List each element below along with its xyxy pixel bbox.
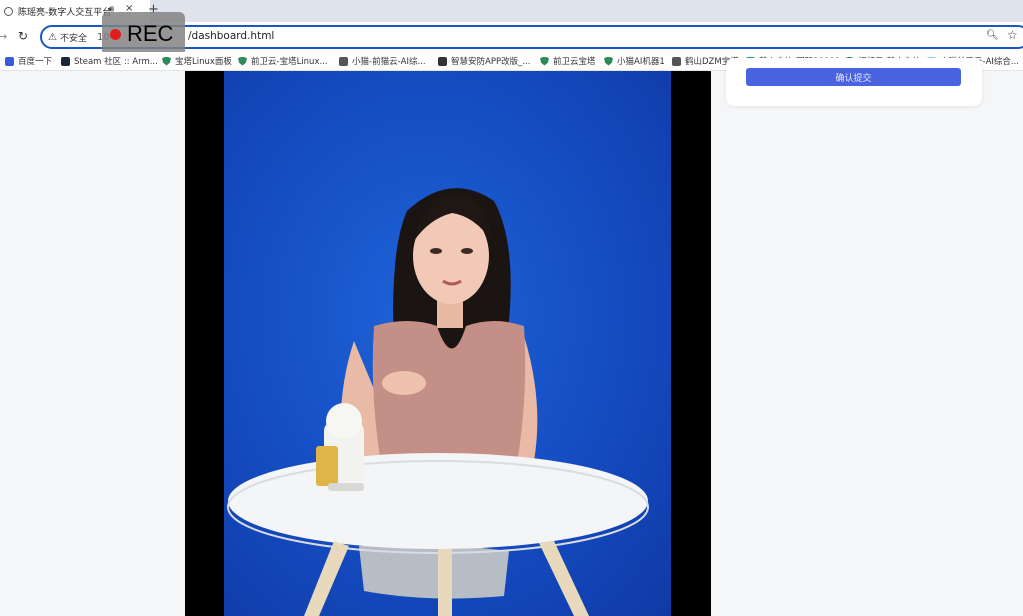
gold-plaque [316,446,338,486]
bookmark-item[interactable]: 智慧安防APP改版_... [438,55,530,67]
left-hand [382,371,426,395]
bookmark-item[interactable]: 前卫云宝塔 [540,55,596,67]
bookmark-label: 小猫-前猫云-AI综... [352,57,426,67]
bookmark-star-icon[interactable]: ☆ [1007,28,1018,42]
security-label[interactable]: 不安全 [60,31,87,44]
forward-icon[interactable]: → [0,30,7,43]
shield-icon [238,56,247,66]
recording-label: REC [127,21,174,46]
reload-icon[interactable]: ↻ [18,29,28,43]
right-eye [461,248,473,254]
figurine-base [328,483,364,491]
table-leg [539,541,589,616]
bookmark-label: Steam 社区 :: Arm... [74,57,158,67]
steam-icon [61,56,70,66]
digital-human-scene [227,188,649,616]
cat-figurine-head [326,403,362,439]
bookmark-label: 百度一下 [18,57,53,67]
bookmark-item[interactable]: 前卫云-宝塔Linux... [238,55,328,67]
table-leg [304,541,349,616]
bookmark-label: 小猫AI机器1 [617,57,665,67]
globe-icon [672,56,681,66]
left-eye [430,248,442,254]
address-path: /dashboard.html [188,30,275,42]
table-top [228,453,648,549]
table-leg [438,549,452,616]
side-panel-card: 确认提交 [726,58,982,106]
baidu-icon [5,56,14,66]
warning-icon[interactable]: ⚠ [48,32,57,43]
shield-icon [604,56,613,66]
submit-button[interactable]: 确认提交 [746,68,961,86]
globe-icon [339,56,348,66]
bookmark-item[interactable]: 宝塔Linux面板 [162,55,232,67]
bookmark-item[interactable]: Steam 社区 :: Arm... [61,55,158,67]
video-player[interactable] [185,71,711,616]
globe-icon [4,6,13,16]
bookmark-label: 前卫云-宝塔Linux... [251,57,328,67]
bookmark-item[interactable]: 小猫AI机器1 [604,55,665,67]
app-icon [438,56,447,66]
shield-icon [540,56,549,66]
tab-title: 陈瑶亮-数字人交互平台 [18,7,110,18]
bookmark-label: 前卫云宝塔 [553,57,596,67]
shield-icon [162,56,171,66]
address-bar[interactable]: ⚠ 不安全 10 /dashboard.html [40,25,1023,49]
zoom-icon[interactable]: 🔍︎ [986,30,999,41]
bookmark-label: 宝塔Linux面板 [175,57,232,67]
bookmark-label: 智慧安防APP改版_... [451,57,531,67]
bookmark-item[interactable]: 百度一下 [5,55,52,67]
digital-human-video [224,71,671,616]
bookmark-item[interactable]: 小猫-前猫云-AI综... [339,55,426,67]
record-dot-icon [110,28,121,40]
recording-indicator: REC [102,12,185,56]
